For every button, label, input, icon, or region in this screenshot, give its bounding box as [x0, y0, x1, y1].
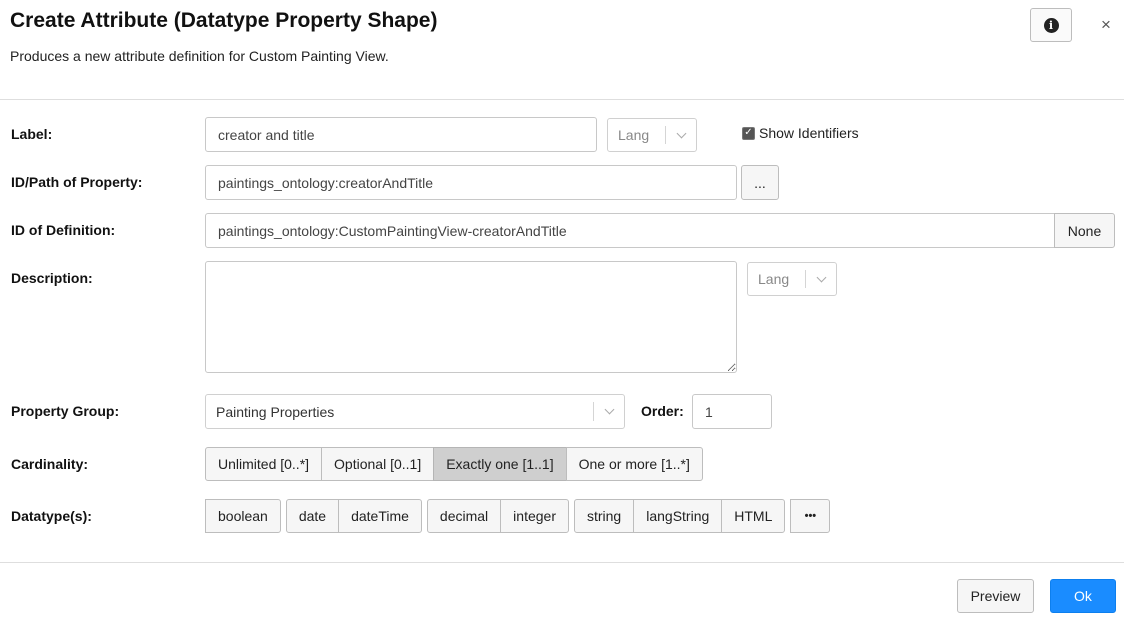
checkbox-icon[interactable]: ✓ — [742, 126, 755, 140]
show-identifiers-label: Show Identifiers — [759, 125, 859, 141]
header-divider — [0, 99, 1124, 100]
order-label: Order: — [641, 403, 684, 419]
label-input[interactable]: creator and title — [205, 117, 597, 152]
chevron-down-icon — [806, 263, 836, 295]
cardinality-one-or-more-button[interactable]: One or more [1..*] — [565, 447, 703, 481]
dialog-title: Create Attribute (Datatype Property Shap… — [10, 9, 438, 32]
datatype-decimal-button[interactable]: decimal — [426, 499, 502, 533]
datatype-group-text: string langString HTML — [573, 499, 786, 533]
datatype-group-date: date dateTime — [285, 499, 422, 533]
label-field-label: Label: — [11, 126, 53, 142]
datatypes-label: Datatype(s): — [11, 508, 92, 524]
property-group-label: Property Group: — [11, 403, 120, 419]
datatype-group-boolean: boolean — [205, 499, 281, 533]
cardinality-optional-button[interactable]: Optional [0..1] — [321, 447, 435, 481]
property-id-input[interactable]: paintings_ontology:creatorAndTitle — [205, 165, 737, 200]
dialog-subtitle: Produces a new attribute definition for … — [10, 48, 389, 64]
footer-divider — [0, 562, 1124, 563]
datatype-group-numeric: decimal integer — [426, 499, 569, 533]
property-id-label: ID/Path of Property: — [11, 174, 143, 190]
order-input[interactable]: 1 — [692, 394, 772, 429]
lang-placeholder: Lang — [758, 271, 790, 287]
datatype-html-button[interactable]: HTML — [721, 499, 786, 533]
datatype-langstring-button[interactable]: langString — [633, 499, 723, 533]
preview-button[interactable]: Preview — [957, 579, 1034, 613]
description-textarea[interactable] — [205, 261, 737, 373]
description-label: Description: — [11, 270, 93, 286]
definition-none-button[interactable]: None — [1054, 213, 1115, 248]
cardinality-unlimited-button[interactable]: Unlimited [0..*] — [205, 447, 323, 481]
close-icon[interactable]: × — [1101, 15, 1111, 35]
chevron-down-icon — [594, 395, 624, 428]
definition-id-input[interactable]: paintings_ontology:CustomPaintingView-cr… — [205, 213, 1056, 248]
datatypes-toolbar: boolean date dateTime decimal integer st… — [205, 499, 831, 533]
cardinality-label: Cardinality: — [11, 456, 89, 472]
show-identifiers-toggle[interactable]: ✓ Show Identifiers — [742, 125, 859, 141]
ok-button[interactable]: Ok — [1050, 579, 1116, 613]
property-group-value: Painting Properties — [216, 403, 335, 420]
property-group-select[interactable]: Painting Properties — [205, 394, 625, 429]
datatype-date-button[interactable]: date — [285, 499, 340, 533]
more-datatypes-button[interactable]: ••• — [790, 499, 831, 533]
browse-property-button[interactable]: ... — [741, 165, 779, 200]
cardinality-toggle-group: Unlimited [0..*] Optional [0..1] Exactly… — [205, 447, 703, 481]
datatype-string-button[interactable]: string — [573, 499, 635, 533]
info-button[interactable]: i — [1030, 8, 1072, 42]
chevron-down-icon — [666, 119, 696, 151]
description-lang-select[interactable]: Lang — [747, 262, 837, 296]
lang-placeholder: Lang — [618, 127, 650, 143]
datatype-boolean-button[interactable]: boolean — [205, 499, 281, 533]
datatype-integer-button[interactable]: integer — [500, 499, 569, 533]
datatype-datetime-button[interactable]: dateTime — [338, 499, 422, 533]
cardinality-exactly-one-button[interactable]: Exactly one [1..1] — [433, 447, 567, 481]
label-lang-select[interactable]: Lang — [607, 118, 697, 152]
definition-id-label: ID of Definition: — [11, 222, 116, 238]
info-icon: i — [1043, 17, 1059, 33]
datatype-group-more: ••• — [790, 499, 831, 533]
